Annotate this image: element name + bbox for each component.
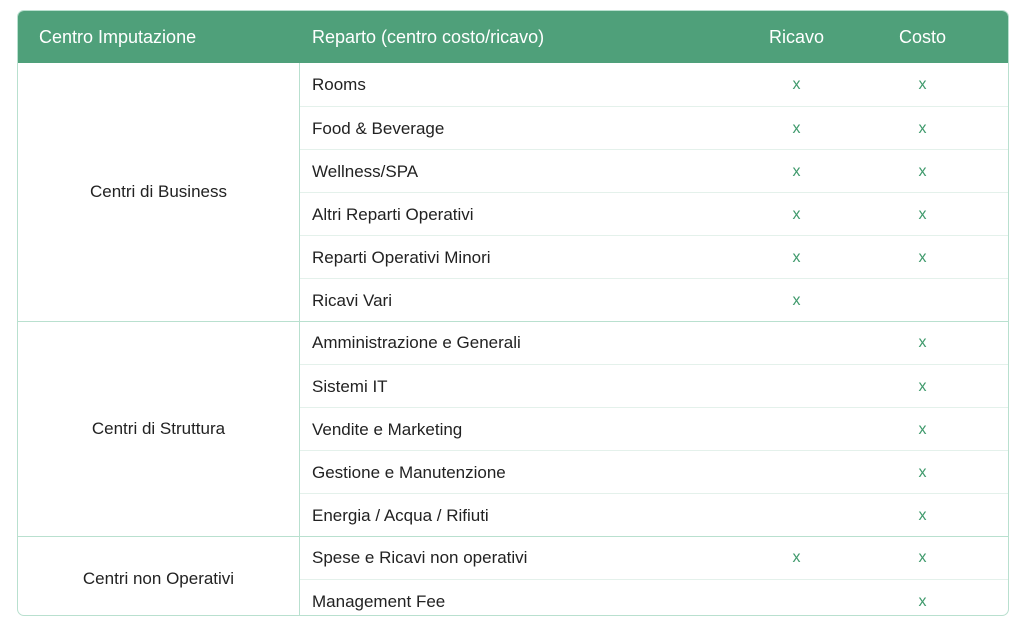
group-name-cell: Centri non Operativi (18, 536, 300, 615)
table-header: Centro Imputazione Reparto (centro costo… (18, 11, 1008, 63)
costo-mark: x (918, 421, 927, 438)
reparto-cell: Management Fee (312, 592, 446, 611)
table-row: Reparti Operativi Minori x x (300, 235, 1008, 279)
reparto-cell: Energia / Acqua / Rifiuti (312, 506, 489, 525)
reparto-cell: Wellness/SPA (312, 162, 419, 181)
table-row: Management Fee x (300, 579, 1008, 615)
table-row: Ricavi Vari x (300, 278, 1008, 322)
costo-mark: x (918, 507, 927, 524)
reparto-cell: Vendite e Marketing (312, 420, 463, 439)
ricavo-mark: x (792, 292, 801, 309)
reparto-cell: Spese e Ricavi non operativi (312, 548, 528, 567)
costo-mark: x (918, 249, 927, 266)
imputation-table: Centro Imputazione Reparto (centro costo… (17, 10, 1009, 616)
table-row: Rooms x x (300, 63, 1008, 106)
table-row: Vendite e Marketing x (300, 407, 1008, 451)
reparto-cell: Amministrazione e Generali (312, 333, 521, 352)
table-row: Sistemi IT x (300, 364, 1008, 408)
header-costo: Costo (898, 27, 947, 47)
table-row: Altri Reparti Operativi x x (300, 192, 1008, 236)
costo-mark: x (918, 206, 927, 223)
reparto-cell: Sistemi IT (312, 377, 388, 396)
reparto-cell: Ricavi Vari (312, 291, 392, 310)
header-centro-imputazione: Centro Imputazione (39, 27, 197, 47)
header-ricavo: Ricavo (768, 27, 825, 47)
reparto-cell: Reparti Operativi Minori (312, 248, 491, 267)
ricavo-mark: x (792, 120, 801, 137)
table-row: Food & Beverage x x (300, 106, 1008, 150)
ricavo-mark: x (792, 76, 801, 93)
costo-mark: x (918, 593, 927, 610)
header-reparto: Reparto (centro costo/ricavo) (312, 27, 545, 47)
costo-mark: x (918, 163, 927, 180)
group-name-cell: Centri di Struttura (18, 321, 300, 536)
ricavo-mark: x (792, 549, 801, 566)
reparto-cell: Gestione e Manutenzione (312, 463, 506, 482)
table-row: Wellness/SPA x x (300, 149, 1008, 193)
costo-mark: x (918, 464, 927, 481)
reparto-cell: Rooms (312, 75, 366, 94)
ricavo-mark: x (792, 206, 801, 223)
costo-mark: x (918, 549, 927, 566)
costo-mark: x (918, 378, 927, 395)
table-row: Gestione e Manutenzione x (300, 450, 1008, 494)
costo-mark: x (918, 76, 927, 93)
costo-mark: x (918, 120, 927, 137)
table-row: Energia / Acqua / Rifiuti x (300, 493, 1008, 537)
reparto-cell: Altri Reparti Operativi (312, 205, 474, 224)
table-row: Spese e Ricavi non operativi x x (300, 536, 1008, 579)
costo-mark: x (918, 334, 927, 351)
reparto-cell: Food & Beverage (312, 119, 445, 138)
group-name-cell: Centri di Business (18, 63, 300, 321)
table-body: Centri di Business Rooms x x Food & Beverage… (18, 63, 1008, 615)
ricavo-mark: x (792, 163, 801, 180)
table-row: Amministrazione e Generali x (300, 321, 1008, 364)
ricavo-mark: x (792, 249, 801, 266)
